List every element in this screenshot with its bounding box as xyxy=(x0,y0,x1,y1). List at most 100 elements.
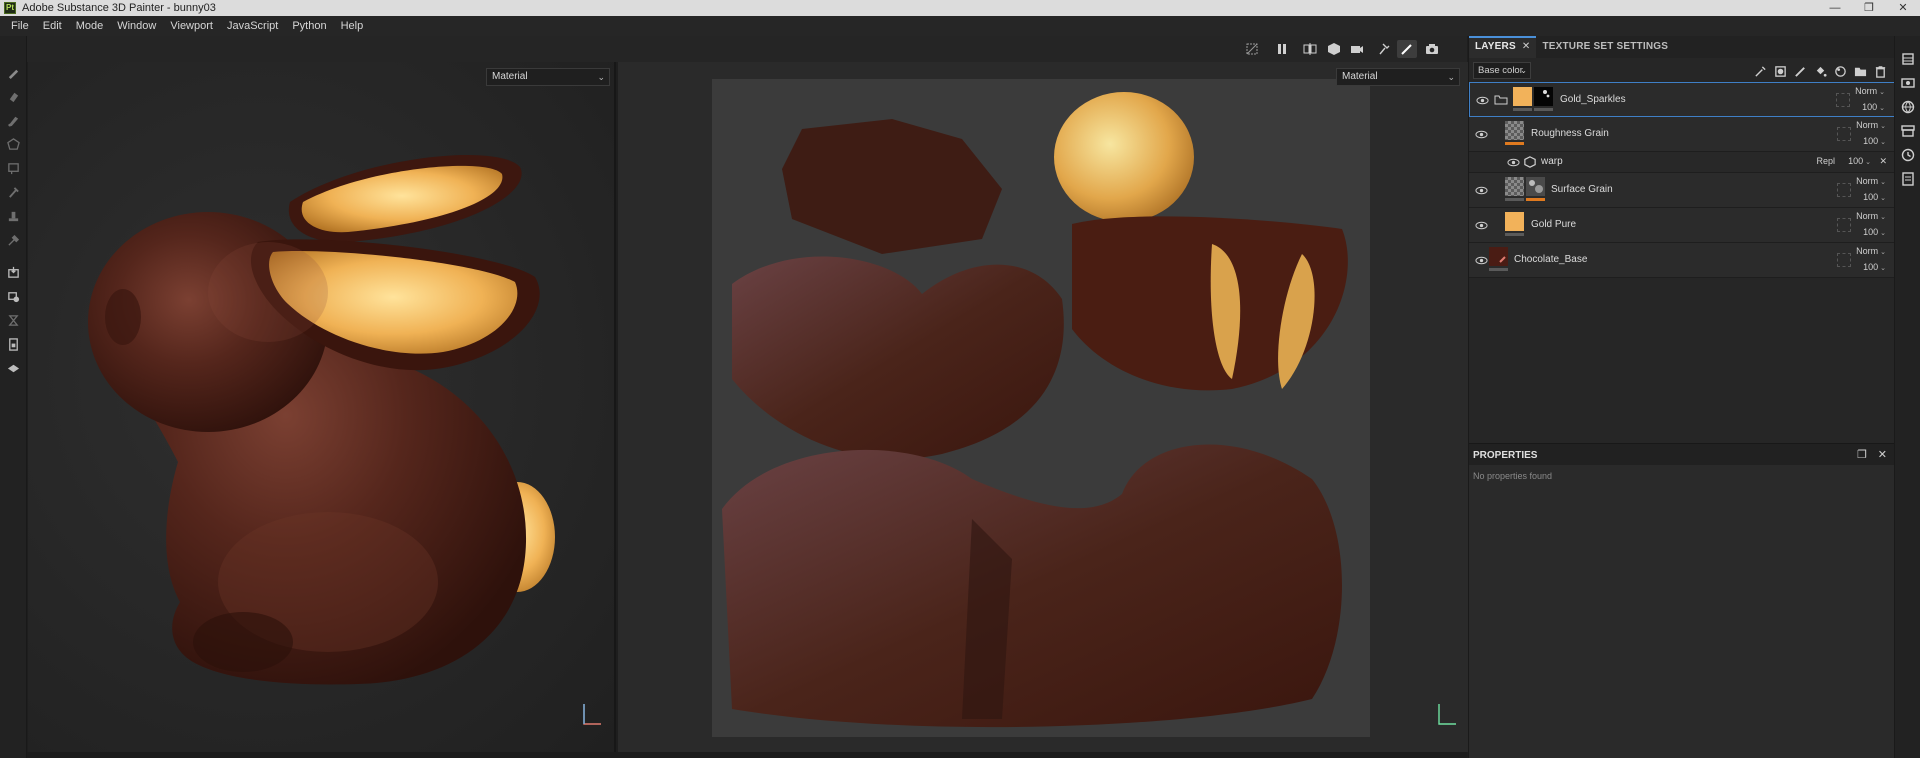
viewport-2d-mode-select[interactable]: Material ⌄ xyxy=(1336,68,1460,86)
properties-title: PROPERTIES xyxy=(1473,450,1538,461)
axis-gizmo-icon xyxy=(583,704,601,725)
layer-roughness-grain[interactable]: Roughness Grain Norm ⌄ 100 ⌄ xyxy=(1469,117,1895,152)
viewport-2d-mode-value: Material xyxy=(1342,71,1378,82)
sparkle-mask-icon xyxy=(1543,90,1550,98)
chevron-down-icon: ⌄ xyxy=(1447,72,1455,82)
display-settings-icon[interactable] xyxy=(1901,76,1915,90)
remove-effect-icon[interactable]: ✕ xyxy=(1879,156,1887,167)
blend-mode-select[interactable]: Norm ⌄ xyxy=(1856,176,1886,186)
eraser-tool-icon[interactable] xyxy=(5,88,22,105)
menu-python[interactable]: Python xyxy=(285,20,333,32)
close-icon[interactable]: ✕ xyxy=(1522,38,1531,56)
geometry-mask-icon[interactable] xyxy=(5,288,22,305)
effect-warp[interactable]: warp Repl 100 ⌄ ✕ xyxy=(1469,152,1895,173)
add-fill-layer-icon[interactable] xyxy=(1812,63,1828,79)
visibility-eye-icon[interactable] xyxy=(1475,254,1488,267)
tab-layers[interactable]: LAYERS ✕ xyxy=(1469,36,1537,58)
blend-mode-select[interactable]: Norm ⌄ xyxy=(1855,86,1885,96)
display-mode-icon[interactable] xyxy=(1324,40,1344,58)
menu-window[interactable]: Window xyxy=(110,20,163,32)
channel-select[interactable]: Base color ⌄ xyxy=(1473,62,1531,79)
viewport-toolbar xyxy=(27,36,1467,62)
layer-mask-slot[interactable] xyxy=(1837,218,1851,232)
viewport-3d[interactable]: Material ⌄ xyxy=(28,62,616,752)
menu-help[interactable]: Help xyxy=(334,20,371,32)
bake-icon[interactable] xyxy=(5,264,22,281)
layer-mask-slot[interactable] xyxy=(1837,183,1851,197)
smudge-tool-icon[interactable] xyxy=(5,160,22,177)
polygon-fill-icon[interactable] xyxy=(5,136,22,153)
stamp-tool-icon[interactable] xyxy=(5,208,22,225)
filter-icon xyxy=(1524,156,1536,168)
layer-mask-slot[interactable] xyxy=(1837,253,1851,267)
screenshot-icon[interactable] xyxy=(1422,40,1442,58)
add-mask-icon[interactable] xyxy=(1772,63,1788,79)
visibility-eye-icon[interactable] xyxy=(1475,184,1488,197)
export-icon[interactable] xyxy=(5,336,22,353)
symmetry-icon[interactable] xyxy=(1300,40,1320,58)
layers-dock-icon[interactable] xyxy=(1901,52,1915,66)
history-clock-icon[interactable] xyxy=(1901,148,1915,162)
picker-tool-icon[interactable] xyxy=(5,232,22,249)
menu-edit[interactable]: Edit xyxy=(36,20,69,32)
clone-tool-icon[interactable] xyxy=(5,184,22,201)
layer-chocolate-base[interactable]: Chocolate_Base Norm ⌄ 100 ⌄ xyxy=(1469,243,1895,278)
layers-empty-area[interactable] xyxy=(1469,283,1895,443)
send-to-icon[interactable] xyxy=(5,360,22,377)
menu-javascript[interactable]: JavaScript xyxy=(220,20,285,32)
viewport-2d-uv[interactable]: Material ⌄ xyxy=(618,62,1468,752)
menu-mode[interactable]: Mode xyxy=(69,20,111,32)
maximize-button[interactable]: ❐ xyxy=(1852,0,1886,16)
paint-tool-icon[interactable] xyxy=(5,64,22,81)
opacity-field[interactable]: 100 ⌄ xyxy=(1863,136,1886,146)
smart-material-icon[interactable] xyxy=(1832,63,1848,79)
layer-mask-thumbnail[interactable] xyxy=(1526,177,1545,196)
layer-thumb-bar xyxy=(1513,108,1532,111)
opacity-field[interactable]: 100 ⌄ xyxy=(1862,102,1885,112)
layer-surface-grain[interactable]: Surface Grain Norm ⌄ 100 ⌄ xyxy=(1469,173,1895,208)
log-document-icon[interactable] xyxy=(1901,172,1915,186)
close-button[interactable]: ✕ xyxy=(1886,0,1920,16)
opacity-field[interactable]: 100 ⌄ xyxy=(1863,192,1886,202)
opacity-field[interactable]: 100 ⌄ xyxy=(1863,227,1886,237)
layer-gold-pure[interactable]: Gold Pure Norm ⌄ 100 ⌄ xyxy=(1469,208,1895,243)
uv-islands xyxy=(722,92,1348,728)
lighting-icon[interactable] xyxy=(1374,40,1394,58)
visibility-eye-icon[interactable] xyxy=(1476,94,1489,107)
blend-mode-select[interactable]: Repl xyxy=(1816,156,1835,166)
brush-mode-icon[interactable] xyxy=(1397,40,1417,58)
delete-layer-icon[interactable] xyxy=(1872,63,1888,79)
layer-mask-slot[interactable] xyxy=(1836,93,1850,107)
undock-icon[interactable]: ❐ xyxy=(1857,448,1867,461)
add-paint-layer-icon[interactable] xyxy=(1792,63,1808,79)
minimize-button[interactable]: — xyxy=(1818,0,1852,16)
menu-file[interactable]: File xyxy=(4,20,36,32)
opacity-field[interactable]: 100 ⌄ xyxy=(1848,156,1871,166)
tab-layers-label: LAYERS xyxy=(1475,41,1516,52)
camera-video-icon[interactable] xyxy=(1347,40,1367,58)
hide-overlay-icon[interactable] xyxy=(1242,40,1262,58)
blend-mode-select[interactable]: Norm ⌄ xyxy=(1856,246,1886,256)
tab-texture-set-settings[interactable]: TEXTURE SET SETTINGS xyxy=(1536,36,1674,58)
blend-mode-select[interactable]: Norm ⌄ xyxy=(1856,211,1886,221)
blend-mode-value: Norm xyxy=(1856,246,1879,256)
layer-gold-sparkles[interactable]: Gold_Sparkles Norm ⌄ 100 ⌄ xyxy=(1469,82,1895,117)
projection-tool-icon[interactable] xyxy=(5,112,22,129)
opacity-field[interactable]: 100 ⌄ xyxy=(1863,262,1886,272)
visibility-eye-icon[interactable] xyxy=(1475,219,1488,232)
pause-icon[interactable] xyxy=(1272,40,1292,58)
chevron-down-icon: ⌄ xyxy=(1879,89,1885,96)
layer-mask-slot[interactable] xyxy=(1837,127,1851,141)
add-folder-icon[interactable] xyxy=(1852,63,1868,79)
visibility-eye-icon[interactable] xyxy=(1475,128,1488,141)
chevron-down-icon: ⌄ xyxy=(1880,249,1886,256)
hourglass-icon[interactable] xyxy=(5,312,22,329)
layer-mask-thumbnail[interactable] xyxy=(1534,87,1553,106)
shelf-icon[interactable] xyxy=(1901,124,1915,138)
close-icon[interactable]: ✕ xyxy=(1878,448,1887,461)
environment-globe-icon[interactable] xyxy=(1901,100,1915,114)
blend-mode-select[interactable]: Norm ⌄ xyxy=(1856,120,1886,130)
menu-viewport[interactable]: Viewport xyxy=(163,20,220,32)
add-effect-icon[interactable] xyxy=(1752,63,1768,79)
visibility-eye-icon[interactable] xyxy=(1507,156,1520,169)
